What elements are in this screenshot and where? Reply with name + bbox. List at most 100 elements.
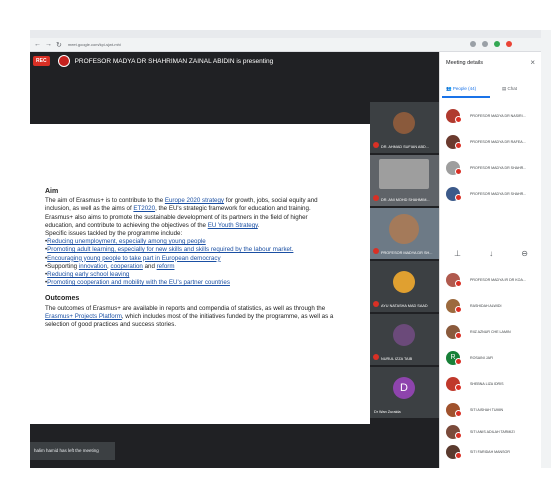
issue-link[interactable]: Reducing early school leaving [47,271,129,278]
participant-name: PROFESOR MADYA DR RAFEA... [470,140,526,144]
mic-off-icon [373,301,379,307]
participant-video [389,214,419,244]
mic-off-icon [373,354,379,360]
extension-icon[interactable] [470,41,476,47]
outcomes-heading: Outcomes [45,295,80,303]
tab-chat[interactable]: ▤ Chat [502,86,517,92]
extension-icon[interactable] [494,41,500,47]
participant-name: Dr Wan Zuraida [374,410,401,414]
mic-off-icon [373,195,379,201]
participant-list-item[interactable]: PROFESOR MADYA IR DR KOA... [440,268,541,294]
active-tab-indicator [442,96,490,98]
participant-tile[interactable]: D Dr Wan Zuraida [370,367,439,419]
participant-list-item[interactable]: PROFESOR MADYA DR SHAHR... [440,156,541,182]
participant-name: PROFESOR MADYA DR SH... [381,251,433,255]
mic-off-icon [455,142,462,149]
issue-item: •Supporting innovation, cooperation and … [45,262,175,270]
tab-people[interactable]: 👥 People (44) [446,86,476,92]
extension-icon[interactable] [482,41,488,47]
europe-2020-link[interactable]: Europe 2020 strategy [165,197,224,204]
participant-list-item[interactable]: RIIZ AZNUR CHE LAMIN [440,320,541,346]
participant-list-item[interactable]: SITI FARIDAH MANSOR [440,440,541,466]
participant-tile[interactable]: PROFESOR MADYA DR SH... [370,208,439,260]
participant-controls: ⊥ ↓ ⊖ [440,244,541,262]
participant-tile[interactable]: DR. AHMAD SUFIAN ABD... [370,102,439,154]
remove-icon[interactable]: ⊖ [521,249,528,258]
screenshot-frame: ← → ↻ meet.google.com/kpi-sjwt-mhi REC P… [30,30,541,468]
text: The aim of Erasmus+ is to contribute to … [45,197,165,205]
mic-off-icon [455,116,462,123]
reform-link[interactable]: reform [157,263,175,270]
panel-title: Meeting details [446,60,483,66]
url-text[interactable]: meet.google.com/kpi-sjwt-mhi [68,42,121,47]
tab-label: Chat [507,86,518,91]
participant-initial-avatar: D [393,377,415,399]
mic-off-icon [455,410,462,417]
recording-badge: REC [33,56,50,66]
meet-stage: REC PROFESOR MADYA DR SHAHRIMAN ZAINAL A… [30,52,439,468]
projects-platform-link[interactable]: Erasmus+ Projects Platform [45,313,122,320]
presenter-bar: REC PROFESOR MADYA DR SHAHRIMAN ZAINAL A… [30,52,439,70]
mic-off-icon [373,248,379,254]
mic-off-icon [455,358,462,365]
participant-list-item[interactable]: PROFESOR MADYA DR SHAHR... [440,182,541,208]
innovation-link[interactable]: innovation [79,263,107,270]
notification-toast: halim hamid has left the meeting [30,442,115,460]
participant-name: PROFESOR MADYA IR DR KOA... [470,278,526,282]
et2020-link[interactable]: ET2020 [133,205,155,212]
aim-paragraph-2: Erasmus+ also aims to promote the sustai… [45,214,335,230]
participant-list-item[interactable]: SHEBNA LIZA IDRIS [440,372,541,398]
participant-name: SITI AISHAH TUMIN [470,408,504,412]
issue-link[interactable]: Promoting cooperation and mobility with … [47,279,230,286]
participant-video [393,112,415,134]
participant-name: SHEBNA LIZA IDRIS [470,382,504,386]
aim-paragraph-1: The aim of Erasmus+ is to contribute to … [45,197,335,213]
participant-name: ROSAINI JAFI [470,356,494,360]
issue-item: •Promoting adult learning, especially fo… [45,246,294,254]
issue-link[interactable]: Encouraging young people to take part in… [47,255,220,262]
mic-off-icon [455,168,462,175]
profile-avatar-icon[interactable] [506,41,512,47]
participant-list-item[interactable]: R ROSAINI JAFI [440,346,541,372]
text: . [257,221,260,229]
mic-off-icon [455,280,462,287]
issues-intro: Specific issues tackled by the programme… [45,230,183,238]
participant-video [393,271,415,293]
text: The outcomes of Erasmus+ are available i… [45,304,326,312]
meeting-details-panel: Meeting details × 👥 People (44) ▤ Chat P… [439,52,541,468]
pin-icon[interactable]: ⊥ [454,249,461,258]
mute-icon[interactable]: ↓ [489,249,493,258]
browser-address-bar[interactable]: ← → ↻ meet.google.com/kpi-sjwt-mhi [30,38,541,52]
eu-youth-strategy-link[interactable]: EU Youth Strategy [208,222,258,229]
text: Erasmus+ also aims to promote the sustai… [45,213,308,229]
mic-off-icon [455,384,462,391]
participant-video [393,324,415,346]
presenter-avatar [57,55,70,67]
back-icon[interactable]: ← [34,41,41,48]
close-icon[interactable]: × [530,58,535,67]
participant-tile[interactable]: DR. ANI MOHD SHAHMIM... [370,155,439,207]
forward-icon[interactable]: → [45,41,52,48]
participant-list-item[interactable]: RASHIDAH ALWIDI [440,294,541,320]
participant-list-item[interactable]: PROFESOR MADYA DR RAFEA... [440,130,541,156]
participant-name: SITI ANIS ADILAH TARMIZI [470,430,515,434]
issue-link[interactable]: Promoting adult learning, especially for… [47,246,293,253]
presenter-status-text: PROFESOR MADYA DR SHAHRIMAN ZAINAL ABIDI… [74,57,274,65]
slide-content: Aim The aim of Erasmus+ is to contribute… [45,188,335,329]
browser-tab-strip [30,30,541,38]
mic-off-icon [455,332,462,339]
tab-label: People (44) [452,86,477,91]
mic-off-icon [455,306,462,313]
text: and [142,262,157,270]
page-edge [541,30,551,468]
participant-list-item[interactable]: PROFESOR MADYA DR NASIRI... [440,104,541,130]
participant-tile[interactable]: NURUL IZZA TAIB [370,314,439,366]
mic-off-icon [373,142,379,148]
participant-name: PROFESOR MADYA DR NASIRI... [470,114,526,118]
participant-tile[interactable]: AYU NATASHA MAD SAAD [370,261,439,313]
reload-icon[interactable]: ↻ [56,41,62,49]
issue-link[interactable]: Reducing unemployment, especially among … [47,238,206,245]
participant-name: AYU NATASHA MAD SAAD [381,304,428,308]
text: Supporting [47,262,79,270]
cooperation-link[interactable]: cooperation [111,263,143,270]
